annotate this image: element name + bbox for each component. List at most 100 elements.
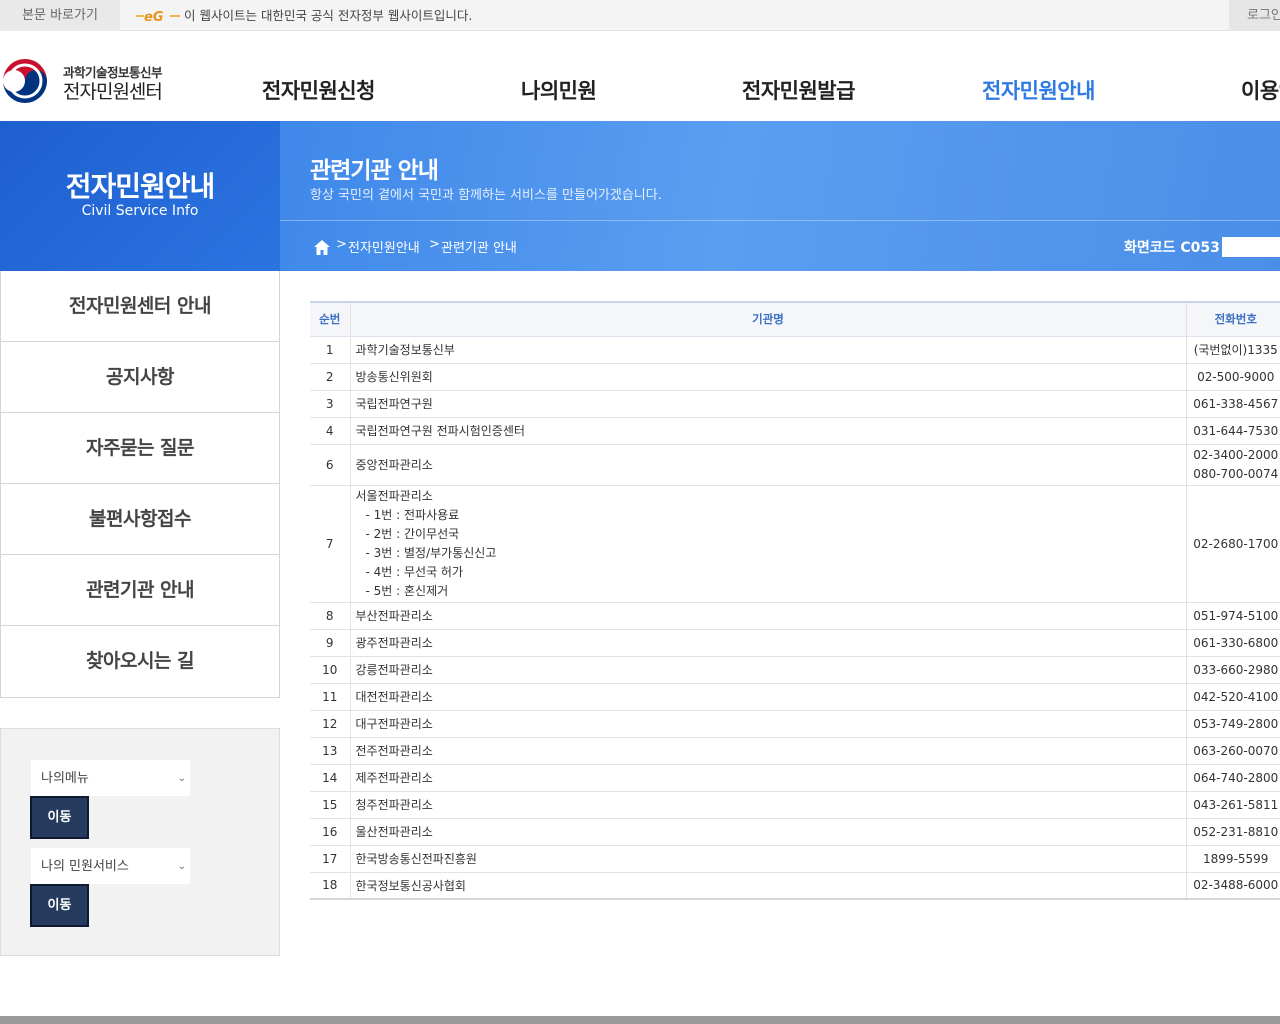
cell-org-name: 부산전파관리소 <box>349 602 1186 630</box>
table-row: 6 중앙전파관리소 02-3400-2000 080-700-0074 <box>310 444 1280 486</box>
sidebar-item-center-info[interactable]: 전자민원센터 안내 <box>1 271 279 342</box>
cell-org-name: 국립전파연구원 <box>349 390 1186 418</box>
sidebar-item-faq[interactable]: 자주묻는 질문 <box>1 413 279 484</box>
cell-org-name: 한국정보통신공사협회 <box>349 872 1186 900</box>
table-row: 18 한국정보통신공사협회 02-3488-6000 <box>310 872 1280 900</box>
cell-no: 12 <box>310 710 350 738</box>
go-button[interactable]: 이동 <box>30 796 89 839</box>
top-utility-bar: 본문 바로가기 eG 이 웹사이트는 대한민국 공식 전자정부 웹사이트입니다.… <box>0 0 1280 31</box>
tel-number: 061-338-4567 <box>1193 396 1279 411</box>
cell-tel: 042-520-4100 <box>1185 683 1280 711</box>
sidebar-item-related-orgs[interactable]: 관련기관 안내 <box>1 555 279 626</box>
cell-org-name: 중앙전파관리소 <box>349 444 1186 486</box>
cell-no: 11 <box>310 683 350 711</box>
tel-number: 063-260-0070 <box>1193 743 1279 758</box>
table-row: 9 광주전파관리소 061-330-6800 <box>310 629 1280 657</box>
sidebar-item-directions[interactable]: 찾아오시는 길 <box>1 626 279 697</box>
center-name[interactable]: 전자민원센터 <box>63 77 163 104</box>
org-subline: - 2번 : 간이무선국 <box>365 526 460 541</box>
cell-no: 3 <box>310 390 350 418</box>
cell-tel: (국번없이)1335 <box>1185 336 1280 364</box>
cell-no: 17 <box>310 845 350 873</box>
table-row: 17 한국방송통신전파진흥원 1899-5599 <box>310 845 1280 873</box>
tel-number-2: 080-700-0074 <box>1193 466 1279 481</box>
related-orgs-table-wrap: 순번 기관명 전화번호 1 과학기술정보통신부 (국번없이)1335 2 방송통신위원회… <box>310 301 1280 900</box>
table-row: 4 국립전파연구원 전파시험인증센터 031-644-7530 <box>310 417 1280 445</box>
my-service-select-value: 나의 민원서비스 <box>41 859 129 874</box>
org-name: 제주전파관리소 <box>355 771 433 785</box>
cell-tel: 02-2680-1700 <box>1185 485 1280 603</box>
skip-to-content-link[interactable]: 본문 바로가기 <box>0 0 120 31</box>
org-name: 중앙전파관리소 <box>355 458 433 472</box>
col-header-no: 순번 <box>310 301 350 337</box>
tel-number: 033-660-2980 <box>1193 662 1279 677</box>
screen-code: 화면코드 C053 <box>1124 240 1220 256</box>
cell-tel: 061-330-6800 <box>1185 629 1280 657</box>
tel-number: 031-644-7530 <box>1193 423 1279 438</box>
chevron-down-icon: ⌄ <box>177 861 186 872</box>
cell-no: 4 <box>310 417 350 445</box>
table-row: 12 대구전파관리소 053-749-2800 <box>310 710 1280 738</box>
cell-org-name: 대구전파관리소 <box>349 710 1186 738</box>
cell-no: 16 <box>310 818 350 846</box>
my-service-select[interactable]: 나의 민원서비스 ⌄ <box>30 847 191 885</box>
cell-org-name: 울산전파관리소 <box>349 818 1186 846</box>
cell-org-name: 방송통신위원회 <box>349 363 1186 391</box>
cell-org-name: 전주전파관리소 <box>349 737 1186 765</box>
tel-number: 02-500-9000 <box>1197 369 1275 384</box>
org-name: 한국정보통신공사협회 <box>355 878 466 893</box>
table-row: 11 대전전파관리소 042-520-4100 <box>310 683 1280 711</box>
cell-no: 13 <box>310 737 350 765</box>
cell-tel: 053-749-2800 <box>1185 710 1280 738</box>
breadcrumb-current: 관련기관 안내 <box>441 241 517 256</box>
nav-apply[interactable]: 전자민원신청 <box>262 31 375 121</box>
tel-number: 042-520-4100 <box>1193 689 1279 704</box>
table-row: 7 서울전파관리소 - 1번 : 전파사용료 - 2번 : 간이무선국 - 3번 : 별… <box>310 485 1280 603</box>
chevron-down-icon: ⌄ <box>177 773 186 784</box>
col-header-tel: 전화번호 <box>1185 301 1280 337</box>
tel-number: 053-749-2800 <box>1193 716 1279 731</box>
login-link[interactable]: 로그인 <box>1229 0 1280 31</box>
page-banner: 관련기관 안내 항상 국민의 곁에서 국민과 함께하는 서비스를 만들어가겠습니… <box>280 121 1280 271</box>
table-row: 13 전주전파관리소 063-260-0070 <box>310 737 1280 765</box>
site-header: 과학기술정보통신부 전자민원센터 전자민원신청 나의민원 전자민원발급 전자민원… <box>0 31 1280 121</box>
org-name: 국립전파연구원 <box>355 397 433 411</box>
tel-number: 02-3400-2000 <box>1193 447 1279 462</box>
org-name: 대전전파관리소 <box>355 690 433 704</box>
my-menu-select[interactable]: 나의메뉴 ⌄ <box>30 759 191 797</box>
egov-logo-text: eG <box>144 10 164 24</box>
table-row: 1 과학기술정보통신부 (국번없이)1335 <box>310 336 1280 364</box>
cell-tel: 02-3488-6000 <box>1185 872 1280 900</box>
sidebar-item-complaint[interactable]: 불편사항접수 <box>1 484 279 555</box>
cell-tel: 02-500-9000 <box>1185 363 1280 391</box>
nav-usage[interactable]: 이용안내 <box>1241 31 1280 121</box>
go-button[interactable]: 이동 <box>30 884 89 927</box>
org-name: 서울전파관리소 <box>355 488 433 503</box>
nav-my-civil[interactable]: 나의민원 <box>521 31 597 121</box>
table-row: 8 부산전파관리소 051-974-5100 <box>310 602 1280 630</box>
breadcrumb-section[interactable]: 전자민원안내 <box>348 237 420 256</box>
cell-no: 9 <box>310 629 350 657</box>
page-title: 관련기관 안내 <box>310 158 439 184</box>
cell-org-name: 청주전파관리소 <box>349 791 1186 819</box>
cell-no: 15 <box>310 791 350 819</box>
cell-tel: 061-338-4567 <box>1185 390 1280 418</box>
cell-org-name: 과학기술정보통신부 <box>349 336 1186 364</box>
org-name: 청주전파관리소 <box>355 798 433 812</box>
table-row: 14 제주전파관리소 064-740-2800 <box>310 764 1280 792</box>
nav-guide[interactable]: 전자민원안내 <box>982 31 1095 121</box>
table-row: 10 강릉전파관리소 033-660-2980 <box>310 656 1280 684</box>
cell-tel: 033-660-2980 <box>1185 656 1280 684</box>
section-title: 전자민원안내 <box>65 170 216 203</box>
sidebar-item-notice[interactable]: 공지사항 <box>1 342 279 413</box>
cell-org-name: 한국방송통신전파진흥원 <box>349 845 1186 873</box>
tel-number: 052-231-8810 <box>1193 824 1279 839</box>
home-icon[interactable] <box>314 240 330 255</box>
taegeuk-emblem-icon[interactable] <box>1 57 49 105</box>
sidebar-menu: 전자민원센터 안내 공지사항 자주묻는 질문 불편사항접수 관련기관 안내 찾아… <box>0 271 280 698</box>
my-menu-select-value: 나의메뉴 <box>41 771 89 786</box>
nav-issue[interactable]: 전자민원발급 <box>742 31 855 121</box>
footer-bar <box>0 1016 1280 1024</box>
cell-no: 6 <box>310 444 350 486</box>
banner-divider <box>280 220 1280 221</box>
